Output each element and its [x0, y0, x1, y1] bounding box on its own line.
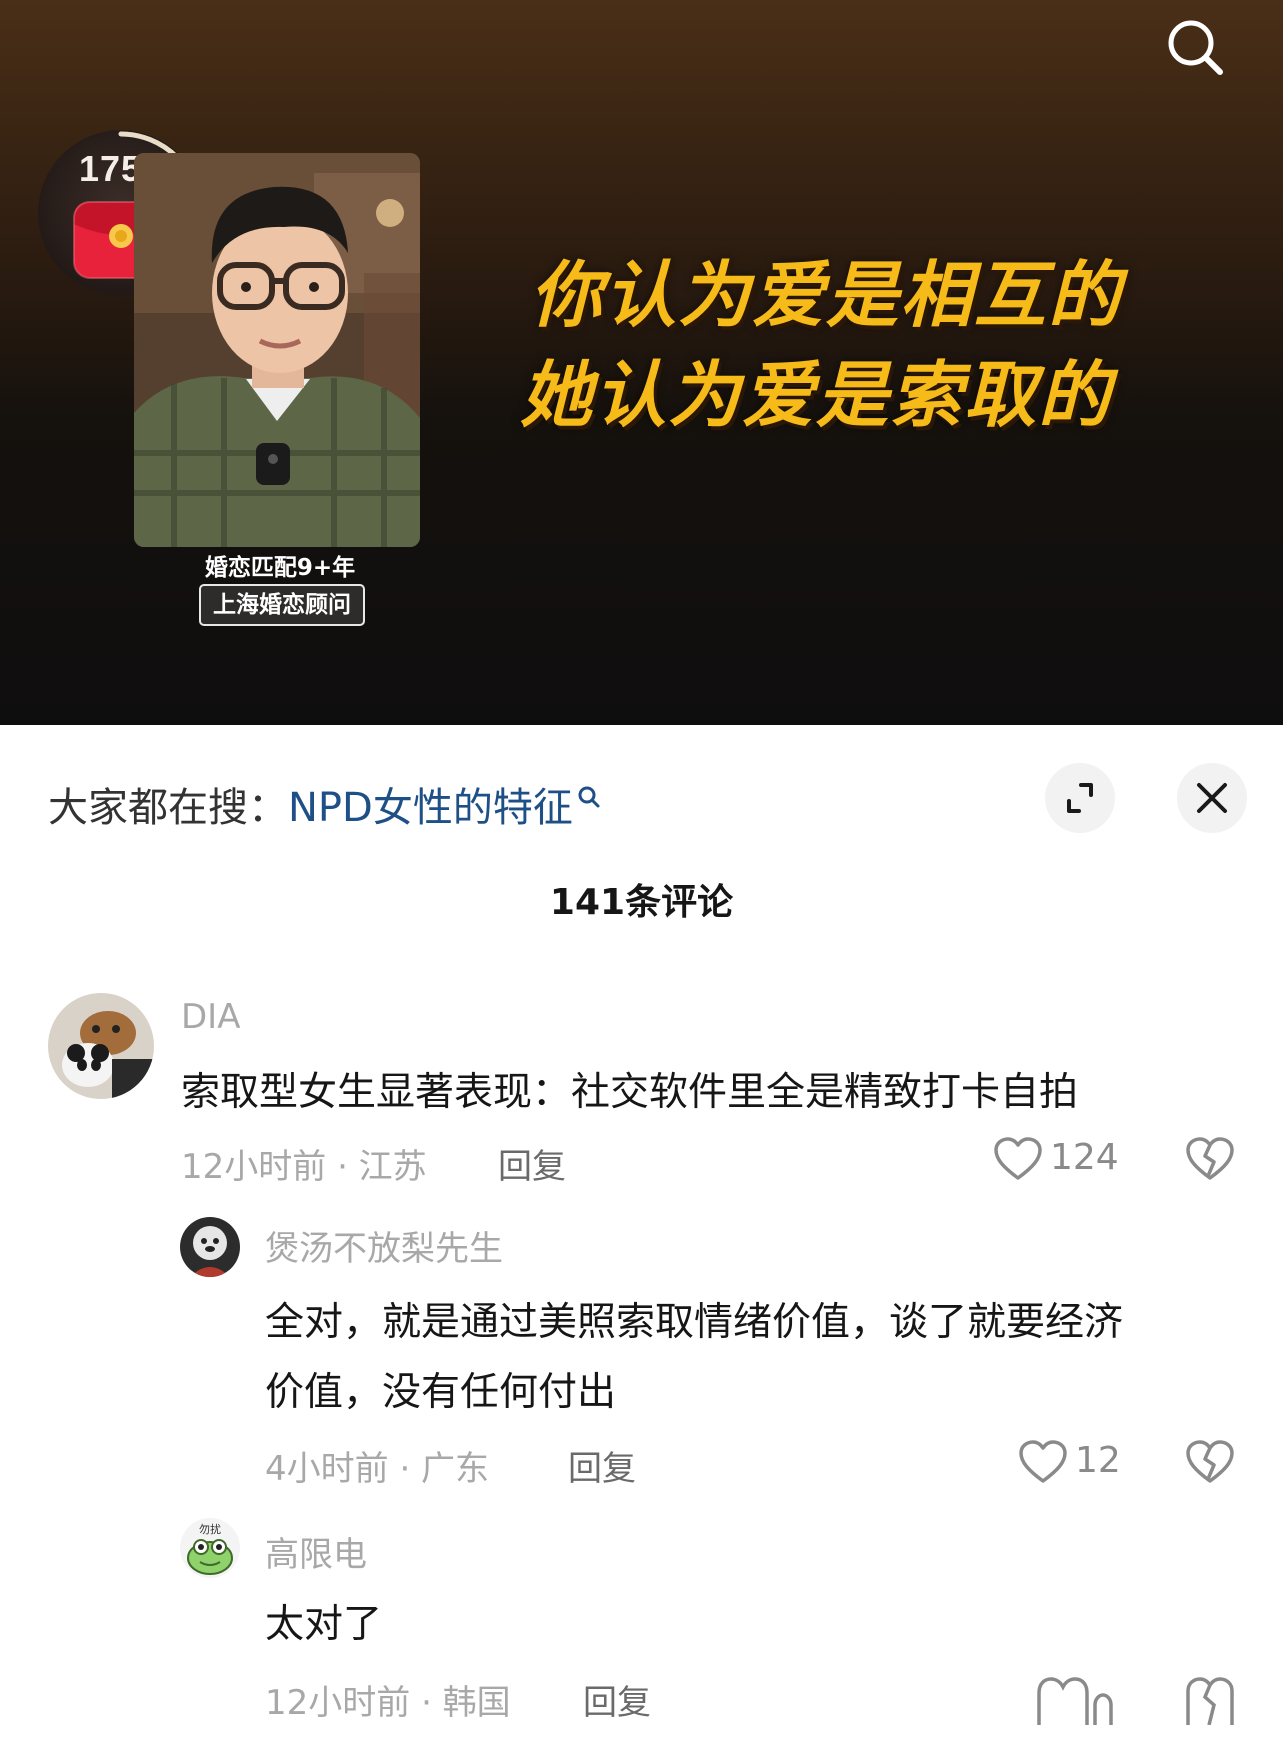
heart-icon	[1019, 1440, 1067, 1483]
close-icon	[1197, 783, 1227, 813]
search-icon	[1168, 20, 1223, 75]
dislike-button[interactable]	[1185, 1439, 1235, 1485]
reply-button[interactable]: 回复	[583, 1675, 651, 1724]
comment-meta: 12小时前 · 江苏	[181, 1147, 427, 1187]
comment-count: 141条评论	[549, 882, 734, 923]
presenter-image	[134, 153, 420, 547]
heart-icon	[994, 1137, 1042, 1180]
comment-text-line-1: 全对，就是通过美照索取情绪价值，谈了就要经济	[265, 1300, 1124, 1345]
frog-avatar-image: 勿扰	[180, 1518, 240, 1578]
broken-heart-icon	[1186, 1440, 1234, 1483]
avatar-badge-text: 勿扰	[199, 1522, 221, 1536]
comment-text: 索取型女生显著表现：社交软件里全是精致打卡自拍	[181, 1070, 1079, 1115]
small-search-icon	[577, 777, 601, 823]
trending-topic-link[interactable]: NPD女性的特征	[288, 785, 573, 831]
presenter-caption: 婚恋匹配9+年	[204, 555, 356, 581]
comment-meta: 4小时前 · 广东	[265, 1449, 490, 1489]
expand-icon	[1067, 783, 1093, 813]
dislike-button[interactable]	[1185, 1675, 1235, 1726]
search-button[interactable]	[1158, 10, 1238, 90]
like-button[interactable]	[993, 1136, 1043, 1182]
trending-search[interactable]: 大家都在搜：NPD女性的特征	[48, 775, 601, 833]
comment-username[interactable]: 煲汤不放梨先生	[265, 1221, 503, 1270]
like-count: 124	[1050, 1137, 1119, 1178]
broken-heart-icon-cropped	[1186, 1677, 1234, 1726]
comment-text: 太对了	[265, 1602, 383, 1647]
comment-sheet: 大家都在搜：NPD女性的特征 141条评论 DIA 索取型女生显著表现：社交软件…	[0, 725, 1283, 1743]
avatar-image	[48, 993, 154, 1099]
video-player[interactable]: 1754 婚恋匹配9+年 上海婚恋顾问 你认为爱是相互的 她认为爱是索取的	[0, 0, 1283, 725]
avatar[interactable]	[48, 993, 154, 1099]
comment-meta: 12小时前 · 韩国	[265, 1683, 511, 1723]
reply-button[interactable]: 回复	[568, 1441, 636, 1490]
avatar-image	[180, 1217, 240, 1277]
trending-prefix: 大家都在搜：	[48, 785, 288, 831]
reply-button[interactable]: 回复	[498, 1139, 566, 1188]
video-slogan: 你认为爱是相互的 她认为爱是索取的	[520, 245, 1170, 445]
like-count: 12	[1075, 1440, 1121, 1481]
close-button[interactable]	[1177, 763, 1247, 833]
slogan-line-2: 她认为爱是索取的	[520, 352, 1113, 437]
slogan-line-1: 你认为爱是相互的	[530, 252, 1123, 337]
dislike-button[interactable]	[1185, 1136, 1235, 1182]
like-button[interactable]	[1018, 1439, 1068, 1485]
heart-icon-cropped	[1037, 1677, 1113, 1725]
avatar[interactable]	[180, 1217, 240, 1277]
avatar[interactable]: 勿扰	[180, 1518, 240, 1578]
broken-heart-icon	[1186, 1137, 1234, 1180]
comment-text-line-2: 价值，没有任何付出	[265, 1370, 617, 1415]
presenter-illustration	[134, 153, 420, 547]
presenter-subcaption: 上海婚恋顾问	[199, 584, 365, 626]
comment-username[interactable]: 高限电	[265, 1527, 367, 1576]
like-button[interactable]	[1035, 1675, 1115, 1725]
comment-username[interactable]: DIA	[181, 997, 240, 1037]
expand-button[interactable]	[1045, 763, 1115, 833]
